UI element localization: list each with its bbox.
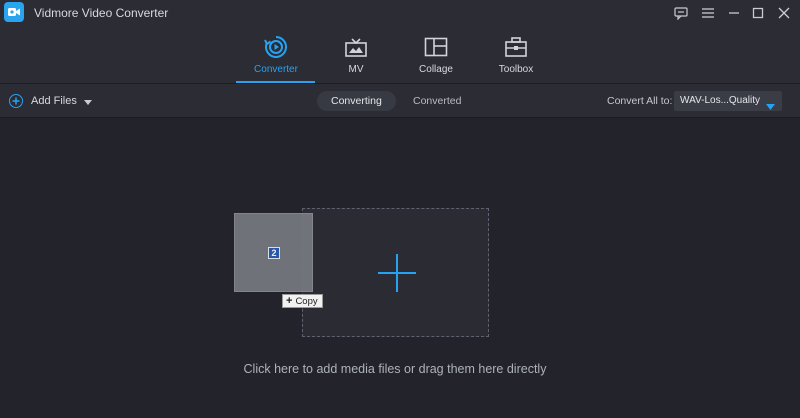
copy-drag-tooltip: + Copy (282, 294, 323, 308)
collage-icon (424, 35, 448, 59)
add-circle-icon (9, 94, 23, 108)
tab-converted[interactable]: Converted (399, 91, 475, 111)
main-nav: Converter MV Collage Toolbox (0, 26, 800, 83)
tab-toolbox-label: Toolbox (498, 64, 534, 75)
app-logo-icon (4, 2, 24, 22)
tab-converter-label: Converter (254, 64, 298, 75)
copy-plus-icon: + (286, 294, 293, 307)
drag-count-badge: 2 (268, 247, 280, 259)
output-format-value: WAV-Los...Quality (680, 95, 761, 106)
tab-mv[interactable]: MV (316, 26, 396, 83)
tab-converting[interactable]: Converting (317, 91, 396, 111)
tab-collage-label: Collage (419, 64, 453, 75)
app-title: Vidmore Video Converter (34, 6, 169, 20)
add-files-button[interactable]: Add Files (9, 92, 92, 110)
menu-icon[interactable] (698, 3, 718, 23)
toolbox-icon (504, 35, 528, 59)
tab-toolbox[interactable]: Toolbox (476, 26, 556, 83)
output-format-select[interactable]: WAV-Los...Quality (674, 91, 782, 111)
close-icon[interactable] (774, 3, 794, 23)
toolbar: Add Files Converting Converted Convert A… (0, 83, 800, 118)
title-bar: Vidmore Video Converter (0, 0, 800, 26)
minimize-icon[interactable] (724, 3, 744, 23)
add-plus-icon (377, 253, 417, 298)
chevron-down-icon[interactable] (83, 92, 92, 110)
maximize-icon[interactable] (748, 3, 768, 23)
convert-all-label: Convert All to: (607, 95, 673, 107)
add-files-label: Add Files (31, 95, 77, 107)
tab-mv-label: MV (348, 64, 364, 75)
copy-label: Copy (295, 295, 318, 307)
converter-icon (264, 35, 288, 59)
feedback-icon[interactable] (671, 3, 691, 23)
dragged-files-preview: 2 (234, 213, 313, 292)
add-media-dropzone[interactable] (302, 208, 489, 337)
mv-icon (344, 35, 368, 59)
tab-collage[interactable]: Collage (396, 26, 476, 83)
app-window: Vidmore Video Converter Converter MV Col… (0, 0, 800, 418)
tab-converter[interactable]: Converter (236, 26, 316, 83)
dropzone-hint: Click here to add media files or drag th… (243, 362, 547, 376)
chevron-down-icon (766, 98, 775, 118)
